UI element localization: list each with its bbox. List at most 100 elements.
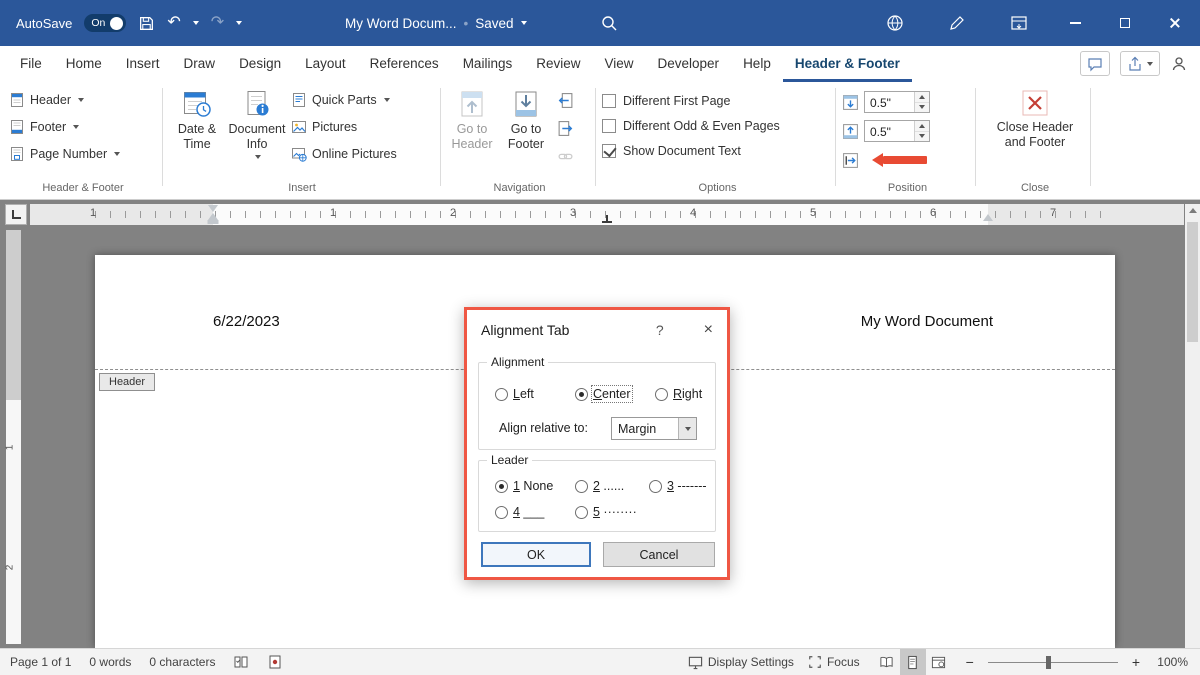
document-info-button[interactable]: Document Info [228,86,286,159]
zoom-in-button[interactable]: + [1132,654,1140,670]
page-indicator[interactable]: Page 1 of 1 [10,655,71,669]
header-button[interactable]: Header [6,90,160,110]
header-title-text[interactable]: My Word Document [861,313,993,330]
tab-mailings[interactable]: Mailings [451,46,525,82]
character-count[interactable]: 0 characters [149,655,215,669]
show-document-text-checkbox[interactable]: Show Document Text [602,144,833,158]
dialog-help-button[interactable]: ? [656,322,664,338]
ribbon-display-icon[interactable] [988,0,1050,46]
center-tab-stop-marker[interactable] [602,215,612,223]
share-button[interactable] [1120,51,1160,76]
web-layout-button[interactable] [926,649,952,675]
checkbox-checked-icon [602,144,616,158]
autosave-toggle[interactable]: On [84,14,126,32]
proofing-icon[interactable] [233,654,249,670]
close-header-footer-button[interactable]: Close Header and Footer [985,86,1085,150]
header-from-top-steppers[interactable] [914,92,929,112]
save-icon[interactable] [138,15,155,32]
vertical-ruler[interactable]: 1 2 [6,230,21,644]
leader-dashes-radio[interactable]: 3 ------- [649,479,707,493]
search-icon[interactable] [600,14,618,32]
hanging-indent-marker[interactable] [208,213,218,220]
tab-design[interactable]: Design [227,46,293,82]
footer-from-bottom-steppers[interactable] [914,121,929,141]
different-first-page-checkbox[interactable]: Different First Page [602,94,833,108]
chevron-down-icon[interactable] [678,418,696,439]
pictures-button[interactable]: Pictures [288,117,428,137]
slider-handle[interactable] [1046,656,1051,669]
focus-button[interactable]: Focus [808,655,860,669]
link-to-previous-icon [557,148,574,165]
go-to-footer-button[interactable]: Go to Footer [500,86,552,152]
online-pictures-button[interactable]: Online Pictures [288,144,428,164]
alignment-center-radio[interactable]: Center [575,387,631,401]
macro-record-icon[interactable] [267,654,283,670]
ink-editor-icon[interactable] [926,0,988,46]
alignment-right-label: Right [673,387,702,401]
align-relative-dropdown[interactable]: Margin [611,417,697,440]
tab-layout[interactable]: Layout [293,46,358,82]
tab-references[interactable]: References [358,46,451,82]
tab-view[interactable]: View [592,46,645,82]
tab-file[interactable]: File [8,46,54,82]
zoom-slider[interactable] [988,649,1118,675]
read-mode-button[interactable] [874,649,900,675]
scroll-up-icon[interactable] [1189,208,1197,213]
scrollbar-thumb[interactable] [1187,222,1198,342]
tab-developer[interactable]: Developer [646,46,732,82]
zoom-level[interactable]: 100% [1154,655,1188,669]
radio-icon [655,388,668,401]
undo-icon[interactable]: ↶ [167,15,180,31]
leader-dots-radio[interactable]: 2 ...... [575,479,624,493]
tab-selector-button[interactable] [5,204,27,225]
date-time-button[interactable]: Date & Time [168,86,226,152]
document-title-area[interactable]: My Word Docum... • Saved [345,0,527,46]
zoom-out-button[interactable]: − [966,654,974,670]
insert-alignment-tab-icon[interactable] [842,152,859,169]
first-line-indent-marker[interactable] [208,205,218,212]
next-section-button[interactable] [554,118,580,139]
undo-chevron-icon[interactable] [193,21,199,25]
horizontal-ruler[interactable]: 1 1 2 3 4 5 6 7 [30,204,1184,225]
tab-header-footer[interactable]: Header & Footer [783,46,912,82]
minimize-button[interactable] [1050,0,1100,46]
print-layout-button[interactable] [900,649,926,675]
tab-insert[interactable]: Insert [114,46,172,82]
maximize-button[interactable] [1100,0,1150,46]
different-first-page-label: Different First Page [623,94,730,108]
present-online-icon[interactable] [864,0,926,46]
page-number-button[interactable]: Page Number [6,144,160,164]
tab-draw[interactable]: Draw [172,46,228,82]
different-odd-even-checkbox[interactable]: Different Odd & Even Pages [602,119,833,133]
alignment-left-radio[interactable]: Left [495,387,534,401]
comments-button[interactable] [1080,51,1110,76]
ruler-number: 4 [690,207,696,219]
checkbox-icon [602,94,616,108]
vertical-scrollbar[interactable] [1185,204,1200,648]
dialog-close-button[interactable]: × [704,321,713,339]
ok-button[interactable]: OK [481,542,591,567]
footer-button[interactable]: Footer [6,117,160,137]
tab-help[interactable]: Help [731,46,783,82]
quick-parts-button[interactable]: Quick Parts [288,90,428,110]
leader-none-radio[interactable]: 1 None [495,479,553,493]
group-options: Different First Page Different Odd & Eve… [602,86,833,196]
display-settings-button[interactable]: Display Settings [688,655,794,670]
tab-review[interactable]: Review [524,46,592,82]
leader-underline-radio[interactable]: 4 ___ [495,505,544,519]
quick-access-chevron-icon[interactable] [236,21,242,25]
header-date-text[interactable]: 6/22/2023 [213,313,280,330]
left-indent-marker[interactable] [208,220,219,224]
vertical-ruler-number: 2 [4,565,15,571]
tab-home[interactable]: Home [54,46,114,82]
close-button[interactable] [1150,0,1200,46]
cancel-button[interactable]: Cancel [603,542,715,567]
people-button[interactable] [1170,55,1188,73]
word-count[interactable]: 0 words [89,655,131,669]
right-indent-marker[interactable] [983,214,993,221]
alignment-right-radio[interactable]: Right [655,387,702,401]
header-from-top-input[interactable]: 0.5" [864,91,930,113]
link-previous-button[interactable] [554,90,580,111]
footer-from-bottom-input[interactable]: 0.5" [864,120,930,142]
leader-middots-radio[interactable]: 5 ········ [575,505,637,519]
